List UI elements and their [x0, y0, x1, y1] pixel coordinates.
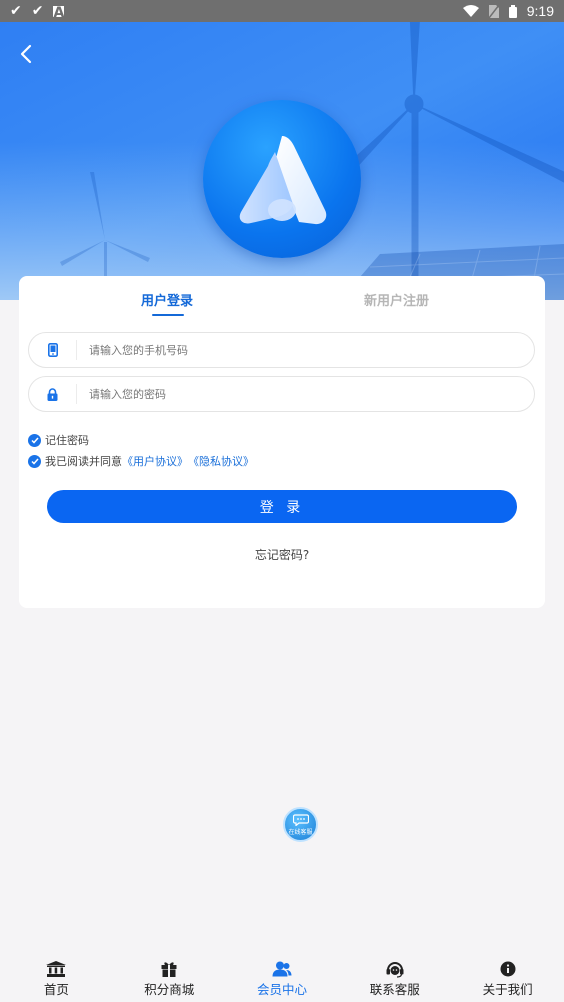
lock-icon	[29, 384, 77, 404]
back-button[interactable]	[14, 40, 38, 68]
status-notifications: ✔ ✔ A	[10, 3, 65, 21]
info-icon	[500, 960, 516, 978]
remember-password-row[interactable]: 记住密码	[28, 432, 89, 448]
wifi-icon	[462, 5, 479, 17]
nav-label: 关于我们	[482, 982, 533, 997]
login-card: 用户登录 新用户注册 记住密码 我已阅读并同意 《用户协议》 《隐私协议》 登 …	[19, 276, 545, 608]
logo-a-icon	[239, 136, 327, 225]
tab-register-label: 新用户注册	[364, 294, 430, 309]
nav-label: 首页	[43, 982, 69, 997]
nav-label: 联系客服	[369, 982, 420, 997]
login-tabs: 用户登录 新用户注册	[19, 290, 545, 320]
chat-bubble-icon	[292, 813, 309, 826]
privacy-agreement-link[interactable]: 《隐私协议》	[188, 453, 254, 469]
nav-item-points-mall[interactable]: 积分商城	[113, 952, 226, 1002]
app-notification-icon: A	[53, 4, 65, 21]
nav-label: 会员中心	[256, 982, 307, 997]
check-icon: ✔	[31, 3, 44, 19]
remember-password-label: 记住密码	[45, 434, 89, 447]
tab-active-indicator	[152, 314, 184, 316]
bottom-nav: 首页 积分商城 会员中心 联系客服 关于我们	[0, 952, 564, 1002]
users-icon	[272, 960, 292, 978]
tab-user-login[interactable]: 用户登录	[141, 290, 194, 316]
no-sim-icon	[488, 4, 499, 18]
login-button[interactable]: 登 录	[47, 490, 517, 523]
nav-item-contact-support[interactable]: 联系客服	[338, 952, 451, 1002]
phone-input[interactable]	[77, 343, 497, 357]
tab-new-user-register[interactable]: 新用户注册	[364, 290, 429, 309]
phone-field	[28, 332, 535, 368]
bank-icon	[46, 960, 67, 978]
status-bar: ✔ ✔ A 9:19	[0, 0, 564, 22]
hero-banner	[0, 22, 564, 300]
check-icon: ✔	[10, 3, 22, 19]
agreement-prefix: 我已阅读并同意	[45, 455, 122, 468]
status-system: 9:19	[462, 3, 554, 19]
tab-user-login-label: 用户登录	[141, 294, 194, 309]
app-logo	[203, 100, 361, 258]
forgot-password-link[interactable]: 忘记密码?	[19, 546, 545, 563]
checked-icon[interactable]	[28, 454, 41, 468]
chevron-left-icon	[20, 44, 32, 64]
phone-icon	[29, 340, 77, 360]
status-time: 9:19	[526, 3, 554, 19]
agreement-row: 我已阅读并同意 《用户协议》 《隐私协议》	[28, 453, 254, 469]
nav-label: 积分商城	[144, 982, 195, 997]
nav-item-home[interactable]: 首页	[0, 952, 113, 1002]
password-input[interactable]	[77, 387, 497, 401]
headset-icon	[386, 960, 404, 978]
checked-icon[interactable]	[28, 433, 41, 447]
nav-item-member-center[interactable]: 会员中心	[226, 952, 339, 1002]
battery-icon	[508, 4, 517, 18]
password-field	[28, 376, 535, 412]
online-service-label: 在线客服	[288, 828, 313, 836]
user-agreement-link[interactable]: 《用户协议》	[122, 453, 188, 469]
online-service-button[interactable]: 在线客服	[283, 807, 318, 842]
nav-item-about-us[interactable]: 关于我们	[451, 952, 564, 1002]
gift-icon	[161, 960, 177, 978]
